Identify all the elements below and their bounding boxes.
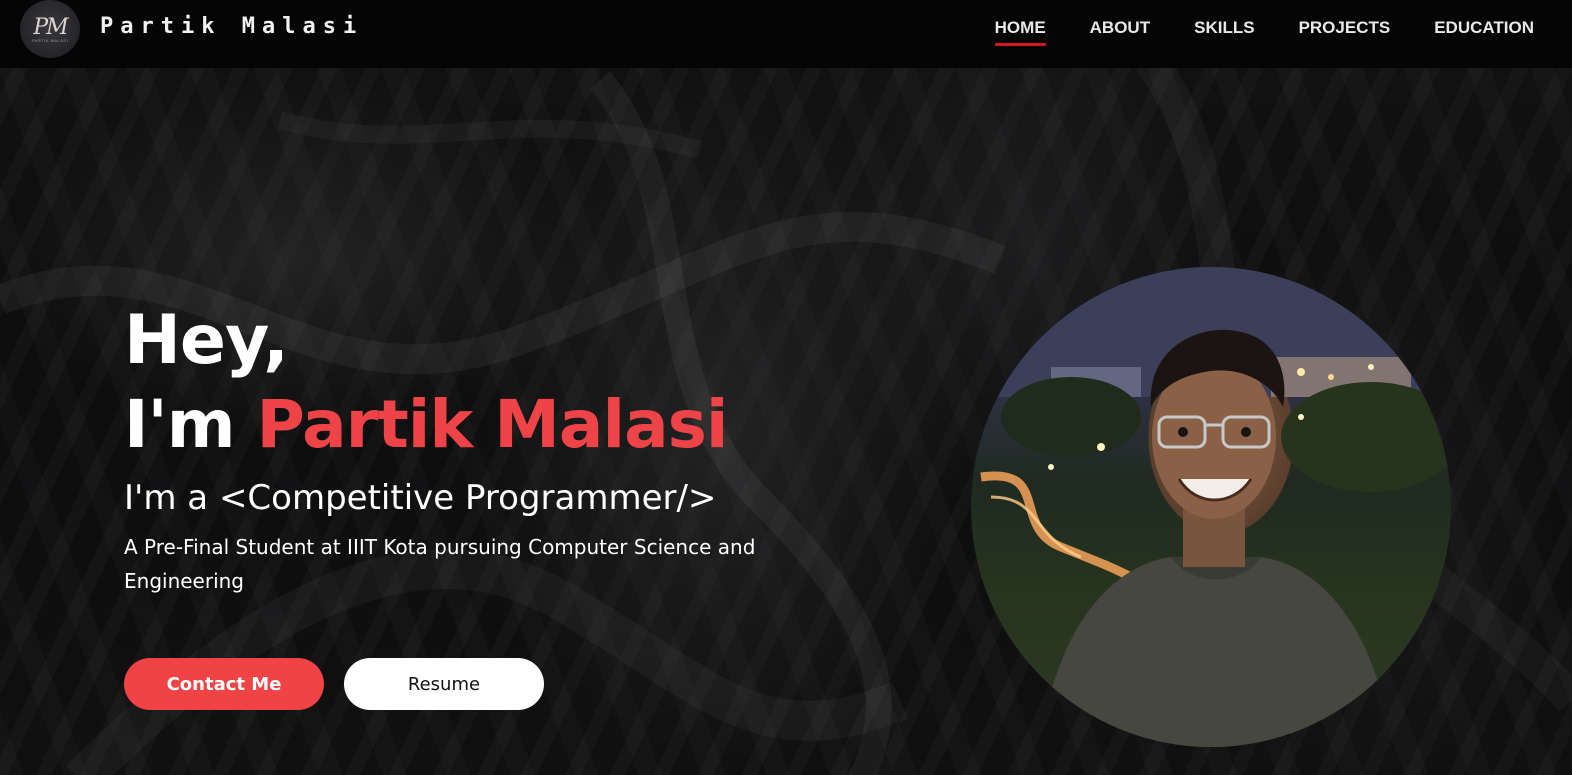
contact-me-button[interactable]: Contact Me — [124, 658, 324, 710]
nav-item-skills[interactable]: SKILLS — [1194, 18, 1254, 46]
hero-actions: Contact Me Resume — [124, 658, 544, 710]
nav-item-home[interactable]: HOME — [994, 18, 1046, 46]
main-nav: HOME ABOUT SKILLS PROJECTS EDUCATION — [994, 18, 1534, 46]
hero-role: I'm a <Competitive Programmer/> — [124, 478, 717, 518]
profile-photo — [971, 267, 1451, 747]
hero-heading: I'm Partik Malasi — [124, 382, 804, 468]
logo[interactable]: PM PARTIK MALASI — [20, 0, 80, 58]
hero-description: A Pre-Final Student at IIIT Kota pursuin… — [124, 535, 756, 593]
resume-button[interactable]: Resume — [344, 658, 544, 710]
hero-intro-prefix: I'm — [124, 386, 257, 463]
logo-subtext: PARTIK MALASI — [31, 38, 69, 43]
nav-item-education[interactable]: EDUCATION — [1434, 18, 1534, 46]
hero-greeting: Hey, — [124, 301, 289, 380]
logo-mark: PM — [33, 15, 68, 40]
hero-intro: Hey, I'm Partik Malasi I'm a <Competitiv… — [124, 300, 804, 598]
hero-name: Partik Malasi — [256, 386, 729, 463]
nav-item-about[interactable]: ABOUT — [1090, 18, 1150, 46]
nav-item-projects[interactable]: PROJECTS — [1299, 18, 1391, 46]
brand-name[interactable]: Partik Malasi — [100, 14, 363, 39]
top-navbar: PM PARTIK MALASI Partik Malasi HOME ABOU… — [0, 0, 1572, 68]
